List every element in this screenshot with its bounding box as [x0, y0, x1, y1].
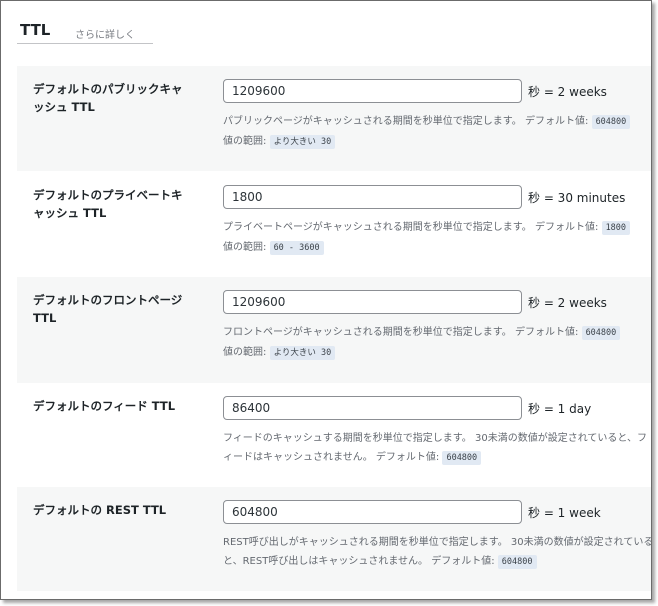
default-value: 604800 — [442, 451, 482, 465]
default-label: デフォルト値: — [515, 327, 579, 338]
default-label: デフォルト値: — [535, 222, 599, 233]
default-label: デフォルト値: — [431, 556, 495, 567]
setting-label: デフォルトのフィード TTL — [33, 399, 176, 413]
setting-row-private-ttl: デフォルトのプライベートキャッシュ TTL 秒 = 30 minutes プライ… — [17, 172, 651, 277]
tab-ttl[interactable]: TTL — [20, 21, 50, 39]
description-text: フロントページがキャッシュされる期間を秒単位で指定します。 — [223, 327, 512, 338]
default-value: 1800 — [601, 221, 631, 235]
setting-description: REST呼び出しがキャッシュされる期間を秒単位で指定します。 30未満の数値が設… — [223, 533, 651, 572]
default-label: デフォルト値: — [525, 116, 589, 127]
unit-suffix: 秒 = 30 minutes — [528, 191, 626, 205]
unit-suffix: 秒 = 2 weeks — [528, 296, 607, 310]
front-page-ttl-input[interactable] — [223, 290, 522, 314]
description-text: プライベートページがキャッシュされる期間を秒単位で指定します。 — [223, 222, 532, 233]
description-text: パブリックページがキャッシュされる期間を秒単位で指定します。 — [223, 116, 522, 127]
range-label: 値の範囲: — [223, 136, 267, 147]
settings-panel: TTL さらに詳しく デフォルトのパブリックキャッシュ TTL 秒 = 2 we… — [0, 0, 652, 600]
range-label: 値の範囲: — [223, 347, 267, 358]
unit-suffix: 秒 = 1 week — [528, 506, 601, 520]
default-value: 604800 — [581, 326, 621, 340]
setting-description: プライベートページがキャッシュされる期間を秒単位で指定します。 デフォルト値: … — [223, 218, 651, 258]
setting-description: フロントページがキャッシュされる期間を秒単位で指定します。 デフォルト値: 60… — [223, 323, 651, 363]
range-value: より大きい 30 — [269, 346, 336, 360]
default-label: デフォルト値: — [375, 452, 440, 463]
setting-label: デフォルトの REST TTL — [33, 503, 167, 517]
setting-description: パブリックページがキャッシュされる期間を秒単位で指定します。 デフォルト値: 6… — [223, 112, 651, 152]
setting-row-rest-ttl: デフォルトの REST TTL 秒 = 1 week REST呼び出しがキャッシ… — [17, 487, 651, 591]
range-value: 60 - 3600 — [269, 241, 324, 255]
public-ttl-input[interactable] — [223, 79, 522, 103]
tab-bar: TTL さらに詳しく — [17, 21, 153, 44]
default-value: 604800 — [591, 115, 631, 129]
private-ttl-input[interactable] — [223, 185, 522, 209]
feed-ttl-input[interactable] — [223, 396, 522, 420]
setting-label: デフォルトのフロントページ TTL — [33, 293, 183, 325]
range-value: より大きい 30 — [269, 135, 336, 149]
rest-ttl-input[interactable] — [223, 500, 522, 524]
range-label: 値の範囲: — [223, 242, 267, 253]
setting-label: デフォルトのプライベートキャッシュ TTL — [33, 188, 183, 220]
setting-row-public-ttl: デフォルトのパブリックキャッシュ TTL 秒 = 2 weeks パブリックペー… — [17, 66, 651, 171]
tab-more-details[interactable]: さらに詳しく — [75, 26, 135, 41]
setting-row-front-page-ttl: デフォルトのフロントページ TTL 秒 = 2 weeks フロントページがキャ… — [17, 277, 651, 383]
setting-description: フィードのキャッシュする期間を秒単位で指定します。 30未満の数値が設定されてい… — [223, 429, 651, 468]
default-value: 604800 — [497, 555, 537, 569]
unit-suffix: 秒 = 1 day — [528, 402, 592, 416]
setting-label: デフォルトのパブリックキャッシュ TTL — [33, 82, 183, 114]
setting-row-feed-ttl: デフォルトのフィード TTL 秒 = 1 day フィードのキャッシュする期間を… — [17, 383, 651, 487]
unit-suffix: 秒 = 2 weeks — [528, 85, 607, 99]
